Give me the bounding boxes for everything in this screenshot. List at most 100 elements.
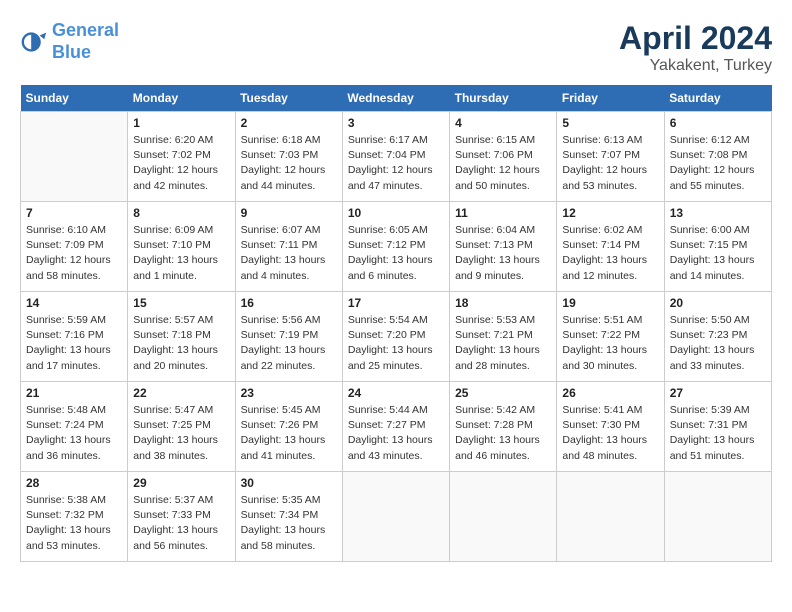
day-number: 7 [26, 206, 122, 220]
weekday-header-monday: Monday [128, 85, 235, 112]
day-number: 19 [562, 296, 658, 310]
week-row-4: 21Sunrise: 5:48 AM Sunset: 7:24 PM Dayli… [21, 382, 772, 472]
day-info: Sunrise: 6:18 AM Sunset: 7:03 PM Dayligh… [241, 133, 337, 194]
day-info: Sunrise: 6:02 AM Sunset: 7:14 PM Dayligh… [562, 223, 658, 284]
day-info: Sunrise: 6:04 AM Sunset: 7:13 PM Dayligh… [455, 223, 551, 284]
day-info: Sunrise: 5:38 AM Sunset: 7:32 PM Dayligh… [26, 493, 122, 554]
day-number: 15 [133, 296, 229, 310]
day-number: 2 [241, 116, 337, 130]
day-cell [450, 472, 557, 562]
day-info: Sunrise: 5:37 AM Sunset: 7:33 PM Dayligh… [133, 493, 229, 554]
day-cell: 18 Sunrise: 5:53 AM Sunset: 7:21 PM Dayli… [450, 292, 557, 382]
day-cell: 1 Sunrise: 6:20 AM Sunset: 7:02 PM Daylig… [128, 112, 235, 202]
day-cell: 19Sunrise: 5:51 AM Sunset: 7:22 PM Dayli… [557, 292, 664, 382]
day-cell: 3Sunrise: 6:17 AM Sunset: 7:04 PM Daylig… [342, 112, 449, 202]
day-info: Sunrise: 6:07 AM Sunset: 7:11 PM Dayligh… [241, 223, 337, 284]
day-cell: 14Sunrise: 5:59 AM Sunset: 7:16 PM Dayli… [21, 292, 128, 382]
day-number: 22 [133, 386, 229, 400]
day-cell: 22 Sunrise: 5:47 AM Sunset: 7:25 PM Dayli… [128, 382, 235, 472]
day-cell: 9 Sunrise: 6:07 AM Sunset: 7:11 PM Daylig… [235, 202, 342, 292]
day-info: Sunrise: 6:17 AM Sunset: 7:04 PM Dayligh… [348, 133, 444, 194]
day-cell: 6 Sunrise: 6:12 AM Sunset: 7:08 PM Daylig… [664, 112, 771, 202]
day-info: Sunrise: 5:39 AM Sunset: 7:31 PM Dayligh… [670, 403, 766, 464]
day-number: 16 [241, 296, 337, 310]
title-block: April 2024 Yakakent, Turkey [619, 20, 772, 75]
weekday-header-friday: Friday [557, 85, 664, 112]
logo-icon [20, 28, 48, 56]
day-number: 26 [562, 386, 658, 400]
day-info: Sunrise: 5:42 AM Sunset: 7:28 PM Dayligh… [455, 403, 551, 464]
day-number: 11 [455, 206, 551, 220]
day-cell: 11 Sunrise: 6:04 AM Sunset: 7:13 PM Dayli… [450, 202, 557, 292]
month-title: April 2024 [619, 20, 772, 57]
logo: General Blue [20, 20, 119, 63]
day-cell [342, 472, 449, 562]
day-number: 27 [670, 386, 766, 400]
day-info: Sunrise: 5:57 AM Sunset: 7:18 PM Dayligh… [133, 313, 229, 374]
day-number: 9 [241, 206, 337, 220]
day-cell: 23Sunrise: 5:45 AM Sunset: 7:26 PM Dayli… [235, 382, 342, 472]
day-cell: 26 Sunrise: 5:41 AM Sunset: 7:30 PM Dayli… [557, 382, 664, 472]
day-cell: 7 Sunrise: 6:10 AM Sunset: 7:09 PM Daylig… [21, 202, 128, 292]
day-number: 20 [670, 296, 766, 310]
day-info: Sunrise: 6:05 AM Sunset: 7:12 PM Dayligh… [348, 223, 444, 284]
day-cell: 20 Sunrise: 5:50 AM Sunset: 7:23 PM Dayli… [664, 292, 771, 382]
day-info: Sunrise: 6:12 AM Sunset: 7:08 PM Dayligh… [670, 133, 766, 194]
weekday-header-saturday: Saturday [664, 85, 771, 112]
week-row-1: 1 Sunrise: 6:20 AM Sunset: 7:02 PM Daylig… [21, 112, 772, 202]
day-cell: 28 Sunrise: 5:38 AM Sunset: 7:32 PM Dayli… [21, 472, 128, 562]
day-cell: 15 Sunrise: 5:57 AM Sunset: 7:18 PM Dayli… [128, 292, 235, 382]
day-number: 6 [670, 116, 766, 130]
week-row-3: 14Sunrise: 5:59 AM Sunset: 7:16 PM Dayli… [21, 292, 772, 382]
day-number: 18 [455, 296, 551, 310]
day-info: Sunrise: 5:59 AM Sunset: 7:16 PM Dayligh… [26, 313, 122, 374]
day-number: 24 [348, 386, 444, 400]
location-subtitle: Yakakent, Turkey [619, 57, 772, 75]
day-number: 1 [133, 116, 229, 130]
day-number: 29 [133, 476, 229, 490]
day-info: Sunrise: 6:20 AM Sunset: 7:02 PM Dayligh… [133, 133, 229, 194]
day-cell [557, 472, 664, 562]
day-number: 12 [562, 206, 658, 220]
day-cell: 8Sunrise: 6:09 AM Sunset: 7:10 PM Daylig… [128, 202, 235, 292]
day-cell: 21Sunrise: 5:48 AM Sunset: 7:24 PM Dayli… [21, 382, 128, 472]
logo-text: General Blue [52, 20, 119, 63]
day-cell [664, 472, 771, 562]
day-cell: 27 Sunrise: 5:39 AM Sunset: 7:31 PM Dayli… [664, 382, 771, 472]
day-number: 28 [26, 476, 122, 490]
day-info: Sunrise: 5:53 AM Sunset: 7:21 PM Dayligh… [455, 313, 551, 374]
day-info: Sunrise: 5:41 AM Sunset: 7:30 PM Dayligh… [562, 403, 658, 464]
day-info: Sunrise: 6:15 AM Sunset: 7:06 PM Dayligh… [455, 133, 551, 194]
day-info: Sunrise: 5:35 AM Sunset: 7:34 PM Dayligh… [241, 493, 337, 554]
day-cell: 25Sunrise: 5:42 AM Sunset: 7:28 PM Dayli… [450, 382, 557, 472]
day-info: Sunrise: 6:13 AM Sunset: 7:07 PM Dayligh… [562, 133, 658, 194]
day-number: 13 [670, 206, 766, 220]
day-info: Sunrise: 5:50 AM Sunset: 7:23 PM Dayligh… [670, 313, 766, 374]
day-number: 5 [562, 116, 658, 130]
day-cell: 29 Sunrise: 5:37 AM Sunset: 7:33 PM Dayli… [128, 472, 235, 562]
day-cell: 5 Sunrise: 6:13 AM Sunset: 7:07 PM Daylig… [557, 112, 664, 202]
day-info: Sunrise: 5:44 AM Sunset: 7:27 PM Dayligh… [348, 403, 444, 464]
day-info: Sunrise: 5:54 AM Sunset: 7:20 PM Dayligh… [348, 313, 444, 374]
day-number: 17 [348, 296, 444, 310]
day-info: Sunrise: 5:45 AM Sunset: 7:26 PM Dayligh… [241, 403, 337, 464]
day-cell: 17 Sunrise: 5:54 AM Sunset: 7:20 PM Dayli… [342, 292, 449, 382]
calendar-table: SundayMondayTuesdayWednesdayThursdayFrid… [20, 85, 772, 562]
day-cell: 30Sunrise: 5:35 AM Sunset: 7:34 PM Dayli… [235, 472, 342, 562]
weekday-header-row: SundayMondayTuesdayWednesdayThursdayFrid… [21, 85, 772, 112]
page-header: General Blue April 2024 Yakakent, Turkey [20, 20, 772, 75]
day-cell [21, 112, 128, 202]
day-cell: 4 Sunrise: 6:15 AM Sunset: 7:06 PM Daylig… [450, 112, 557, 202]
calendar-body: 1 Sunrise: 6:20 AM Sunset: 7:02 PM Daylig… [21, 112, 772, 562]
weekday-header-thursday: Thursday [450, 85, 557, 112]
day-number: 21 [26, 386, 122, 400]
day-number: 4 [455, 116, 551, 130]
day-number: 10 [348, 206, 444, 220]
week-row-5: 28 Sunrise: 5:38 AM Sunset: 7:32 PM Dayli… [21, 472, 772, 562]
weekday-header-tuesday: Tuesday [235, 85, 342, 112]
week-row-2: 7 Sunrise: 6:10 AM Sunset: 7:09 PM Daylig… [21, 202, 772, 292]
day-info: Sunrise: 6:10 AM Sunset: 7:09 PM Dayligh… [26, 223, 122, 284]
day-cell: 13Sunrise: 6:00 AM Sunset: 7:15 PM Dayli… [664, 202, 771, 292]
day-info: Sunrise: 5:47 AM Sunset: 7:25 PM Dayligh… [133, 403, 229, 464]
weekday-header-sunday: Sunday [21, 85, 128, 112]
